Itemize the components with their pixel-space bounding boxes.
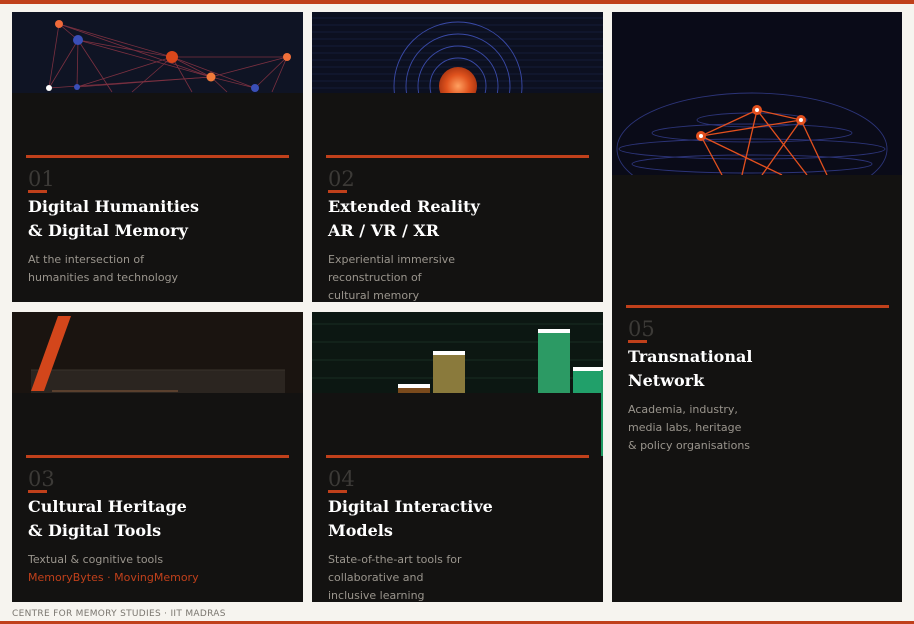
- card-rule: [326, 155, 589, 158]
- card-number: 05: [628, 317, 655, 341]
- card-number: 01: [28, 167, 55, 191]
- card-description: Experiential immersive reconstruction of…: [328, 251, 455, 302]
- card-title: Cultural Heritage & Digital Tools: [28, 495, 187, 543]
- network-graph-illustration: [12, 12, 303, 93]
- card-title-line: & Digital Memory: [28, 221, 188, 240]
- card-digital-humanities[interactable]: 01 Digital Humanities & Digital Memory A…: [12, 12, 303, 302]
- card-number: 02: [328, 167, 355, 191]
- card-rule: [26, 455, 289, 458]
- footer-caption: CENTRE FOR MEMORY STUDIES · IIT MADRAS: [12, 609, 226, 619]
- card-desc-line: media labs, heritage: [628, 421, 742, 434]
- card-description: State-of-the-art tools for collaborative…: [328, 551, 462, 602]
- card-extended-reality[interactable]: 02 Extended Reality AR / VR / XR Experie…: [312, 12, 603, 302]
- card-title-line: Digital Humanities: [28, 197, 200, 216]
- card-desc-line: cultural memory: [328, 289, 420, 302]
- number-dash: [628, 340, 647, 343]
- number-dash: [28, 490, 47, 493]
- card-desc-line: Textual & cognitive tools: [28, 553, 164, 566]
- top-accent-bar: [0, 0, 914, 4]
- card-number: 03: [28, 467, 55, 491]
- card-desc-line: State-of-the-art tools for: [328, 553, 462, 566]
- globe-network-illustration: [612, 12, 902, 175]
- card-transnational-network[interactable]: 05 Transnational Network Academia, indus…: [612, 12, 902, 602]
- card-desc-line: Experiential immersive: [328, 253, 456, 266]
- card-rule: [326, 455, 589, 458]
- card-desc-line: reconstruction of: [328, 271, 422, 284]
- memorybytes-link[interactable]: MemoryBytes: [28, 571, 104, 584]
- card-title: Extended Reality AR / VR / XR: [328, 195, 480, 243]
- green-edge-bar: [601, 370, 603, 456]
- card-description: Textual & cognitive tools MemoryBytes · …: [28, 551, 199, 587]
- slanted-bar-illustration: [12, 312, 303, 393]
- card-desc-line: & policy organisations: [628, 439, 751, 452]
- card-title-line: Models: [328, 521, 393, 540]
- card-desc-line: humanities and technology: [28, 271, 179, 284]
- number-dash: [28, 190, 47, 193]
- card-title-line: Extended Reality: [328, 197, 480, 216]
- movingmemory-link[interactable]: MovingMemory: [114, 571, 198, 584]
- card-desc-line: Academia, industry,: [628, 403, 738, 416]
- card-title-line: & Digital Tools: [28, 521, 162, 540]
- card-description: Academia, industry, media labs, heritage…: [628, 401, 750, 455]
- rising-sun-illustration: [312, 12, 603, 93]
- card-title-line: Cultural Heritage: [28, 497, 187, 516]
- card-rule: [26, 155, 289, 158]
- card-desc-line: inclusive learning: [328, 589, 425, 602]
- number-dash: [328, 490, 347, 493]
- card-cultural-heritage[interactable]: 03 Cultural Heritage & Digital Tools Tex…: [12, 312, 303, 602]
- card-digital-interactive-models[interactable]: 04 Digital Interactive Models State-of-t…: [312, 312, 603, 602]
- card-title-line: Transnational: [628, 347, 753, 366]
- card-desc-line: collaborative and: [328, 571, 424, 584]
- bar-columns-illustration: [312, 312, 603, 393]
- card-description: At the intersection of humanities and te…: [28, 251, 178, 287]
- card-title-line: Digital Interactive: [328, 497, 493, 516]
- card-rule: [626, 305, 889, 308]
- card-title: Digital Humanities & Digital Memory: [28, 195, 199, 243]
- number-dash: [328, 190, 347, 193]
- card-desc-line: At the intersection of: [28, 253, 145, 266]
- card-number: 04: [328, 467, 355, 491]
- link-separator: ·: [103, 571, 115, 584]
- card-title: Transnational Network: [628, 345, 752, 393]
- card-title-line: Network: [628, 371, 705, 390]
- card-desc-links: MemoryBytes · MovingMemory: [28, 569, 199, 587]
- card-title-line: AR / VR / XR: [328, 221, 440, 240]
- card-title: Digital Interactive Models: [328, 495, 493, 543]
